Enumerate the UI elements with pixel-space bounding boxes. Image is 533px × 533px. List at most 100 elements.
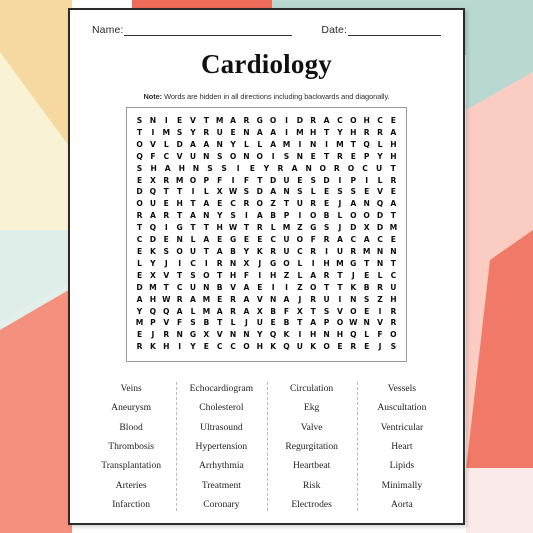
grid-cell[interactable]: L <box>253 139 266 151</box>
word-list-item[interactable]: Echocardiogram <box>190 379 253 398</box>
grid-cell[interactable]: V <box>373 317 386 329</box>
grid-cell[interactable]: T <box>200 115 213 127</box>
grid-cell[interactable]: R <box>274 163 287 175</box>
grid-cell[interactable]: R <box>240 198 253 210</box>
grid-cell[interactable]: U <box>186 282 199 294</box>
grid-cell[interactable]: J <box>333 198 346 210</box>
grid-cell[interactable]: M <box>360 246 373 258</box>
grid-cell[interactable]: W <box>227 186 240 198</box>
grid-cell[interactable]: L <box>186 306 199 318</box>
grid-cell[interactable]: U <box>146 198 159 210</box>
grid-cell[interactable]: R <box>173 294 186 306</box>
grid-cell[interactable]: E <box>160 234 173 246</box>
grid-cell[interactable]: M <box>213 115 226 127</box>
grid-cell[interactable]: N <box>200 151 213 163</box>
grid-cell[interactable]: D <box>293 115 306 127</box>
grid-cell[interactable]: X <box>146 270 159 282</box>
grid-cell[interactable]: A <box>288 163 301 175</box>
grid-cell[interactable]: L <box>186 234 199 246</box>
grid-cell[interactable]: S <box>186 270 199 282</box>
grid-cell[interactable]: L <box>307 186 320 198</box>
grid-cell[interactable]: I <box>173 258 186 270</box>
grid-cell[interactable]: L <box>160 139 173 151</box>
grid-cell[interactable]: T <box>213 270 226 282</box>
word-list-item[interactable]: Transplantation <box>101 456 161 475</box>
grid-cell[interactable]: C <box>160 151 173 163</box>
grid-cell[interactable]: F <box>213 175 226 187</box>
grid-cell[interactable]: O <box>133 198 146 210</box>
grid-cell[interactable]: E <box>320 186 333 198</box>
grid-cell[interactable]: H <box>147 163 160 175</box>
grid-cell[interactable]: N <box>240 151 253 163</box>
grid-cell[interactable]: A <box>240 282 253 294</box>
grid-cell[interactable]: E <box>307 151 320 163</box>
grid-cell[interactable]: C <box>387 270 400 282</box>
grid-cell[interactable]: C <box>133 234 146 246</box>
grid-cell[interactable]: L <box>293 258 306 270</box>
word-list-item[interactable]: Hypertension <box>196 437 248 456</box>
grid-cell[interactable]: K <box>347 282 360 294</box>
word-list-item[interactable]: Infarction <box>112 495 150 514</box>
grid-cell[interactable]: B <box>213 282 226 294</box>
grid-cell[interactable]: J <box>347 270 360 282</box>
grid-cell[interactable]: O <box>240 341 253 353</box>
grid-cell[interactable]: C <box>213 341 226 353</box>
word-list-item[interactable]: Blood <box>119 418 142 437</box>
grid-cell[interactable]: V <box>253 294 266 306</box>
grid-cell[interactable]: O <box>307 210 320 222</box>
grid-cell[interactable]: N <box>320 329 333 341</box>
grid-cell[interactable]: I <box>227 175 240 187</box>
grid-cell[interactable]: P <box>280 210 293 222</box>
grid-cell[interactable]: R <box>307 198 320 210</box>
grid-cell[interactable]: I <box>160 115 173 127</box>
grid-cell[interactable]: Z <box>280 270 293 282</box>
grid-cell[interactable]: R <box>160 175 173 187</box>
grid-cell[interactable]: N <box>373 258 386 270</box>
grid-cell[interactable]: T <box>160 186 173 198</box>
word-list-item[interactable]: Ultrasound <box>200 418 243 437</box>
grid-cell[interactable]: T <box>240 222 253 234</box>
grid-cell[interactable]: N <box>307 139 320 151</box>
word-list-item[interactable]: Arteries <box>116 476 147 495</box>
grid-cell[interactable]: N <box>227 329 240 341</box>
grid-cell[interactable]: P <box>320 317 333 329</box>
grid-cell[interactable]: I <box>200 258 213 270</box>
grid-cell[interactable]: T <box>253 175 266 187</box>
grid-cell[interactable]: Q <box>146 222 159 234</box>
grid-cell[interactable]: C <box>173 282 186 294</box>
grid-cell[interactable]: M <box>280 139 293 151</box>
grid-cell[interactable]: K <box>307 341 320 353</box>
grid-cell[interactable]: U <box>320 294 333 306</box>
grid-cell[interactable]: I <box>307 258 320 270</box>
word-list-item[interactable]: Treatment <box>202 476 241 495</box>
grid-cell[interactable]: O <box>347 115 360 127</box>
grid-cell[interactable]: E <box>213 198 226 210</box>
grid-cell[interactable]: C <box>267 234 280 246</box>
grid-cell[interactable]: J <box>160 258 173 270</box>
word-list-item[interactable]: Thrombosis <box>108 437 154 456</box>
grid-cell[interactable]: T <box>213 317 226 329</box>
grid-cell[interactable]: T <box>200 222 213 234</box>
grid-cell[interactable]: U <box>333 246 346 258</box>
grid-cell[interactable]: H <box>307 329 320 341</box>
grid-cell[interactable]: C <box>227 341 240 353</box>
grid-cell[interactable]: D <box>253 186 266 198</box>
grid-cell[interactable]: O <box>347 210 360 222</box>
grid-cell[interactable]: E <box>173 115 186 127</box>
grid-cell[interactable]: R <box>387 306 400 318</box>
grid-cell[interactable]: Q <box>360 139 373 151</box>
grid-cell[interactable]: V <box>186 115 199 127</box>
grid-cell[interactable]: S <box>320 306 333 318</box>
grid-cell[interactable]: N <box>173 329 186 341</box>
grid-cell[interactable]: L <box>373 175 386 187</box>
grid-cell[interactable]: T <box>186 198 199 210</box>
grid-cell[interactable]: E <box>133 329 146 341</box>
grid-cell[interactable]: E <box>360 186 373 198</box>
grid-cell[interactable]: G <box>267 258 280 270</box>
grid-cell[interactable]: Z <box>373 294 386 306</box>
grid-cell[interactable]: E <box>387 115 400 127</box>
grid-cell[interactable]: O <box>307 282 320 294</box>
grid-cell[interactable]: R <box>227 294 240 306</box>
grid-cell[interactable]: S <box>347 186 360 198</box>
grid-cell[interactable]: A <box>387 198 400 210</box>
